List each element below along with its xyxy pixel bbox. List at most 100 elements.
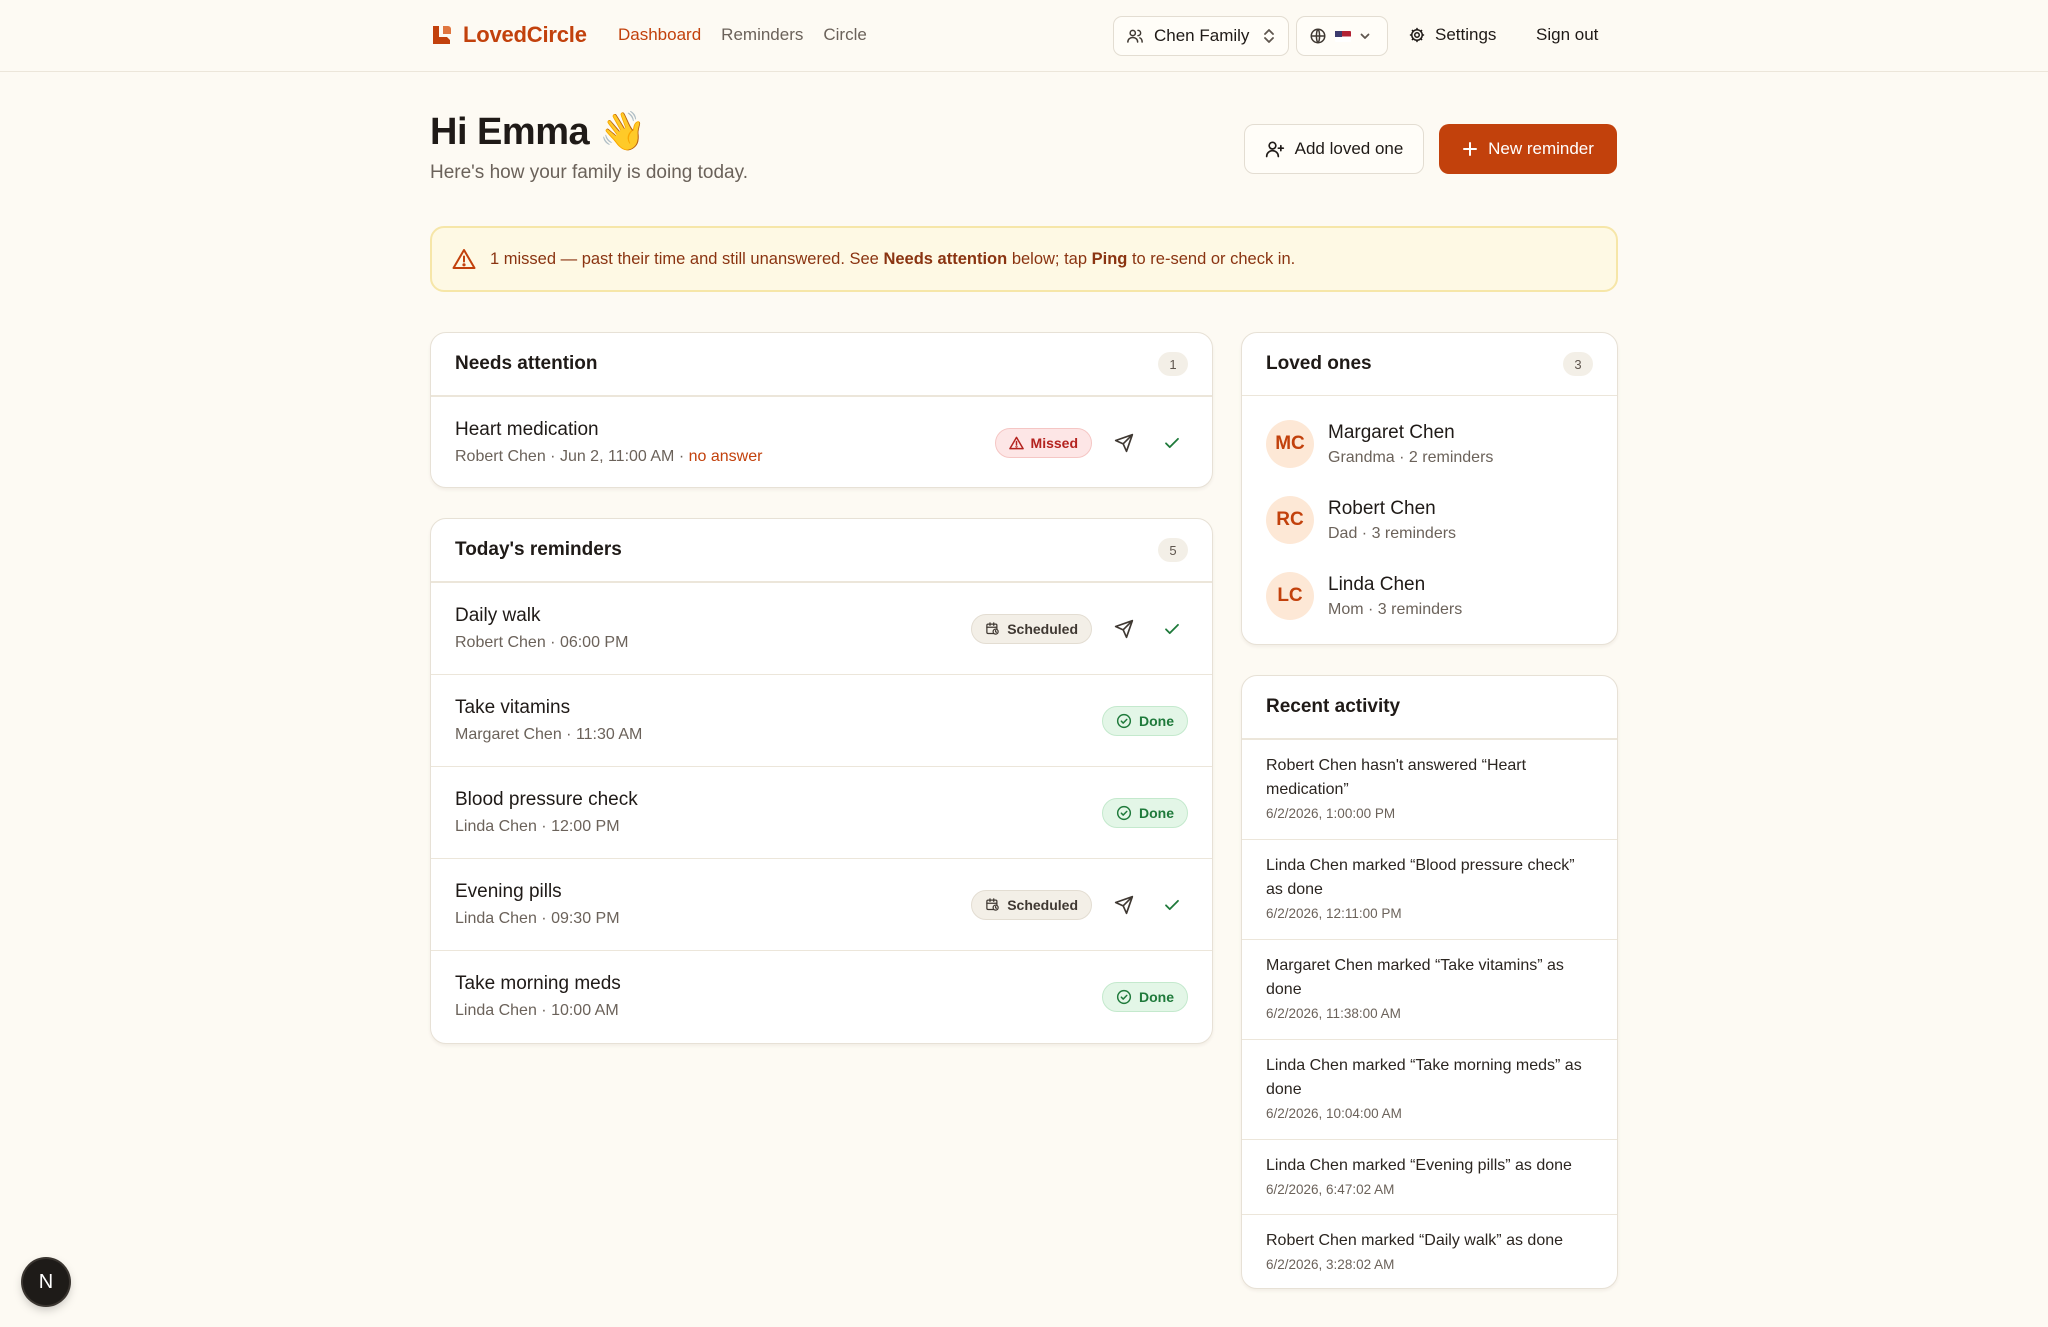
activity-item: Margaret Chen marked “Take vitamins” as …	[1242, 939, 1617, 1039]
check-circle-icon	[1116, 989, 1132, 1005]
activity-time: 6/2/2026, 11:38:00 AM	[1266, 1006, 1401, 1021]
chevron-down-icon	[1359, 30, 1371, 42]
reminder-row[interactable]: Take morning meds Linda Chen · 10:00 AM …	[431, 950, 1212, 1042]
no-answer-label: no answer	[688, 448, 763, 465]
status-label: Done	[1139, 804, 1174, 821]
loved-one-item[interactable]: LC Linda Chen Mom · 3 reminders	[1242, 558, 1617, 634]
status-label: Done	[1139, 712, 1174, 729]
activity-time: 6/2/2026, 6:47:02 AM	[1266, 1182, 1395, 1197]
reminder-title: Take vitamins	[455, 697, 571, 718]
reminder-title: Take morning meds	[455, 973, 621, 994]
mark-done-button[interactable]	[1156, 427, 1188, 459]
reminder-row[interactable]: Blood pressure check Linda Chen · 12:00 …	[431, 766, 1212, 858]
activity-item: Linda Chen marked “Evening pills” as don…	[1242, 1139, 1617, 1214]
mark-done-button[interactable]	[1156, 889, 1188, 921]
send-icon	[1114, 433, 1134, 452]
settings-link[interactable]: Settings	[1408, 25, 1496, 45]
status-badge-scheduled: Scheduled	[971, 613, 1092, 644]
users-icon	[1126, 27, 1144, 45]
flag-icon	[1335, 30, 1351, 42]
reminder-title: Evening pills	[455, 881, 562, 902]
reminder-meta: Linda Chen · 12:00 PM	[455, 818, 620, 835]
loved-one-meta: Mom · 3 reminders	[1328, 600, 1463, 618]
loved-one-item[interactable]: MC Margaret Chen Grandma · 2 reminders	[1242, 406, 1617, 482]
reminder-meta: Robert Chen · 06:00 PM	[455, 634, 629, 651]
sign-out-button[interactable]: Sign out	[1536, 25, 1598, 45]
status-label: Scheduled	[1007, 620, 1078, 637]
reminder-row[interactable]: Heart medication Robert Chen · Jun 2, 11…	[431, 396, 1212, 487]
mark-done-button[interactable]	[1156, 613, 1188, 645]
recent-activity-card: Recent activity Robert Chen hasn't answe…	[1241, 675, 1618, 1289]
needs-attention-card: Needs attention 1 Heart medication Rober…	[430, 332, 1213, 488]
ping-button[interactable]	[1108, 889, 1140, 921]
alert-text-prefix: 1 missed — past their time and still una…	[490, 249, 884, 268]
new-reminder-label: New reminder	[1488, 139, 1594, 158]
add-loved-one-label: Add loved one	[1294, 139, 1404, 158]
top-bar: LovedCircle Dashboard Reminders Circle C…	[0, 0, 2048, 72]
calendar-clock-icon	[985, 621, 1000, 636]
activity-time: 6/2/2026, 3:28:02 AM	[1266, 1257, 1395, 1272]
user-plus-icon	[1265, 139, 1285, 159]
new-reminder-button[interactable]: New reminder	[1439, 124, 1617, 174]
status-badge-missed: Missed	[994, 427, 1092, 458]
add-loved-one-button[interactable]: Add loved one	[1244, 124, 1424, 174]
reminder-row[interactable]: Take vitamins Margaret Chen · 11:30 AM D…	[431, 674, 1212, 766]
loved-one-name: Margaret Chen	[1328, 421, 1455, 443]
ping-button[interactable]	[1108, 427, 1140, 459]
activity-time: 6/2/2026, 1:00:00 PM	[1266, 806, 1396, 821]
activity-text: Robert Chen hasn't answered “Heart medic…	[1266, 757, 1527, 798]
activity-text: Linda Chen marked “Blood pressure check”…	[1266, 857, 1575, 898]
alert-needs-attention-ref: Needs attention	[883, 249, 1008, 268]
reminder-row[interactable]: Daily walk Robert Chen · 06:00 PM Schedu…	[431, 582, 1212, 674]
check-circle-icon	[1116, 805, 1132, 821]
count-badge: 1	[1158, 352, 1188, 376]
family-switcher-label: Chen Family	[1154, 26, 1250, 45]
check-circle-icon	[1116, 713, 1132, 729]
gear-icon	[1408, 26, 1426, 44]
send-icon	[1114, 895, 1134, 914]
activity-time: 6/2/2026, 10:04:00 AM	[1266, 1106, 1402, 1121]
loved-one-meta: Dad · 3 reminders	[1328, 524, 1457, 542]
missed-alert-banner: 1 missed — past their time and still una…	[430, 226, 1618, 292]
card-title: Loved ones	[1266, 353, 1372, 374]
activity-text: Margaret Chen marked “Take vitamins” as …	[1266, 957, 1564, 998]
card-title: Recent activity	[1266, 696, 1401, 717]
reminder-title: Daily walk	[455, 605, 541, 626]
nav-dashboard[interactable]: Dashboard	[618, 25, 701, 45]
settings-label: Settings	[1435, 25, 1497, 44]
todays-reminders-header: Today's reminders 5	[431, 519, 1212, 582]
loved-one-name: Linda Chen	[1328, 573, 1426, 595]
warning-icon	[452, 248, 476, 270]
activity-item: Linda Chen marked “Take morning meds” as…	[1242, 1039, 1617, 1139]
warning-icon	[1008, 436, 1024, 450]
logo-icon	[430, 23, 454, 47]
alert-text: 1 missed — past their time and still una…	[490, 250, 1295, 269]
card-title: Needs attention	[455, 353, 598, 374]
activity-item: Linda Chen marked “Blood pressure check”…	[1242, 839, 1617, 939]
avatar: MC	[1266, 420, 1314, 468]
status-label: Done	[1139, 988, 1174, 1005]
nav-circle[interactable]: Circle	[823, 25, 866, 45]
send-icon	[1114, 619, 1134, 638]
alert-text-middle: below; tap	[1007, 249, 1092, 268]
reminder-row[interactable]: Evening pills Linda Chen · 09:30 PM Sche…	[431, 858, 1212, 950]
brand[interactable]: LovedCircle	[430, 22, 587, 48]
loved-one-meta: Grandma · 2 reminders	[1328, 448, 1494, 466]
status-label: Missed	[1030, 434, 1078, 451]
check-icon	[1165, 623, 1179, 634]
language-switcher[interactable]	[1296, 16, 1388, 56]
dev-tools-badge[interactable]: N	[23, 1259, 69, 1305]
count-badge: 3	[1563, 352, 1593, 376]
nav-reminders[interactable]: Reminders	[721, 25, 803, 45]
loved-one-name: Robert Chen	[1328, 497, 1436, 519]
activity-item: Robert Chen hasn't answered “Heart medic…	[1242, 739, 1617, 839]
loved-one-item[interactable]: RC Robert Chen Dad · 3 reminders	[1242, 482, 1617, 558]
status-badge-done: Done	[1102, 797, 1188, 828]
family-switcher[interactable]: Chen Family	[1113, 16, 1289, 56]
reminder-meta: Margaret Chen · 11:30 AM	[455, 726, 643, 743]
loved-ones-header: Loved ones 3	[1242, 333, 1617, 396]
avatar: RC	[1266, 496, 1314, 544]
activity-item: Robert Chen marked “Daily walk” as done …	[1242, 1214, 1617, 1288]
needs-attention-header: Needs attention 1	[431, 333, 1212, 396]
ping-button[interactable]	[1108, 613, 1140, 645]
